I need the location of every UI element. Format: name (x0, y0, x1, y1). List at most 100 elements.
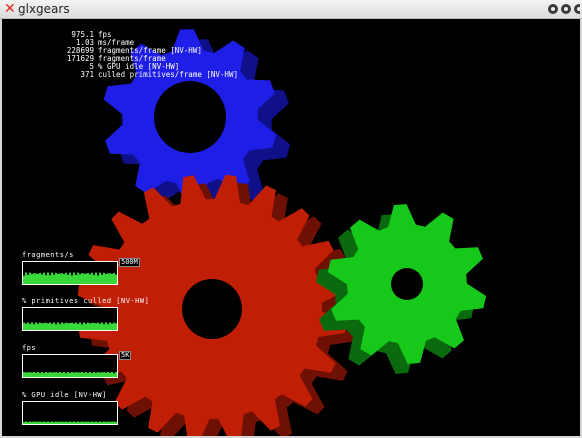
graph-bar (47, 272, 49, 284)
graph-bar (23, 275, 25, 284)
stat-row: 371 culled primitives/frame [NV-HW] (2, 71, 238, 79)
graph-bar (77, 323, 79, 330)
close-button[interactable] (574, 4, 581, 14)
graph-bar (73, 421, 75, 424)
graph-bar (65, 272, 67, 284)
graph-bar (113, 373, 115, 377)
graph-bar (107, 324, 109, 330)
graph-bar (85, 371, 87, 377)
graph-bar (33, 273, 35, 284)
graph-bar (45, 275, 47, 284)
graph-bar (41, 274, 43, 284)
graph-bar (49, 372, 51, 377)
graph-bar (35, 273, 37, 284)
graph-bar (85, 273, 87, 284)
graph-bar (71, 275, 73, 284)
graph-bar (115, 421, 117, 424)
title-bar[interactable]: ✕ glxgears (0, 0, 582, 19)
graph-bar (103, 324, 105, 330)
graph-bar (99, 421, 101, 424)
graph-bar (41, 323, 43, 330)
graph-bar (63, 421, 65, 424)
graph-bar (89, 371, 91, 377)
graph-bar (43, 272, 45, 284)
graph-bar (29, 372, 31, 377)
red-gear (77, 174, 359, 436)
graph-bar (45, 371, 47, 377)
graph-bar (109, 372, 111, 377)
gl-viewport[interactable]: 975.1 fps 1.03 ms/frame 228699 fragments/fram… (2, 19, 580, 436)
graph-bar (83, 421, 85, 424)
graph-bar (37, 273, 39, 284)
graph-bar (25, 272, 27, 284)
graph-bar (77, 372, 79, 377)
maximize-button[interactable] (561, 4, 571, 14)
graph-bar (99, 372, 101, 377)
minimize-button[interactable] (548, 4, 558, 14)
graph-bar (109, 421, 111, 424)
graph-bar (89, 274, 91, 284)
graph-bar (113, 421, 115, 424)
graph-bar (25, 372, 27, 377)
graph-bar (73, 272, 75, 284)
graph-bar (23, 372, 25, 377)
graph-bar (95, 323, 97, 330)
graph-bar (23, 322, 25, 330)
graph-bar (43, 373, 45, 377)
graph-bar (97, 422, 99, 424)
graph-bar (63, 274, 65, 284)
graph-bar (31, 421, 33, 424)
graph-bar (91, 272, 93, 284)
graph-bar (67, 323, 69, 330)
graph-bars (23, 322, 117, 330)
graph-bar (67, 274, 69, 284)
graph-max-label: 500M (119, 258, 140, 267)
graph-max-label: 5K (119, 351, 132, 360)
graph-bar (107, 421, 109, 424)
graph-bar (103, 272, 105, 284)
graph-bar (79, 421, 81, 424)
graph-bar (53, 274, 55, 284)
graph-bar (73, 323, 75, 330)
graph-bar (113, 272, 115, 284)
graph-primitives-culled: % primitives culled [NV-HW] (22, 297, 149, 331)
graph-bar (55, 272, 57, 284)
graph-bar (27, 274, 29, 284)
graph-bar (49, 422, 51, 424)
graph-bar (91, 421, 93, 424)
graph-bar (79, 372, 81, 377)
graph-bar (111, 421, 113, 424)
graph-bar (71, 422, 73, 424)
graph-bar (83, 322, 85, 330)
graph-bar (33, 372, 35, 377)
graph-bar (31, 372, 33, 377)
graph-bar (31, 322, 33, 330)
graph-bar (51, 272, 53, 284)
graph-bar (53, 421, 55, 424)
graph-bar (107, 372, 109, 377)
graph-bar (57, 421, 59, 424)
graph-bar (29, 272, 31, 284)
graph-bar (27, 372, 29, 377)
graph-bar (45, 322, 47, 330)
graph-bar (97, 275, 99, 284)
graph-bar (109, 273, 111, 284)
graph-bar (97, 322, 99, 330)
graph-bar (65, 421, 67, 424)
graph-bar (47, 421, 49, 424)
graph-bar (23, 422, 25, 424)
graph-bar (37, 371, 39, 377)
graph-bar (51, 372, 53, 377)
graph-bar (115, 323, 117, 330)
graph-bar (57, 273, 59, 284)
green-gear (315, 204, 487, 374)
graph-bar (77, 421, 79, 424)
graph-bar (75, 372, 77, 377)
graph-bar (35, 372, 37, 377)
graph-bar (59, 273, 61, 284)
graph-bar (27, 322, 29, 330)
graph-bar (97, 372, 99, 377)
graph-bar (65, 322, 67, 330)
graph-bar (93, 275, 95, 284)
graph-bar (81, 421, 83, 424)
